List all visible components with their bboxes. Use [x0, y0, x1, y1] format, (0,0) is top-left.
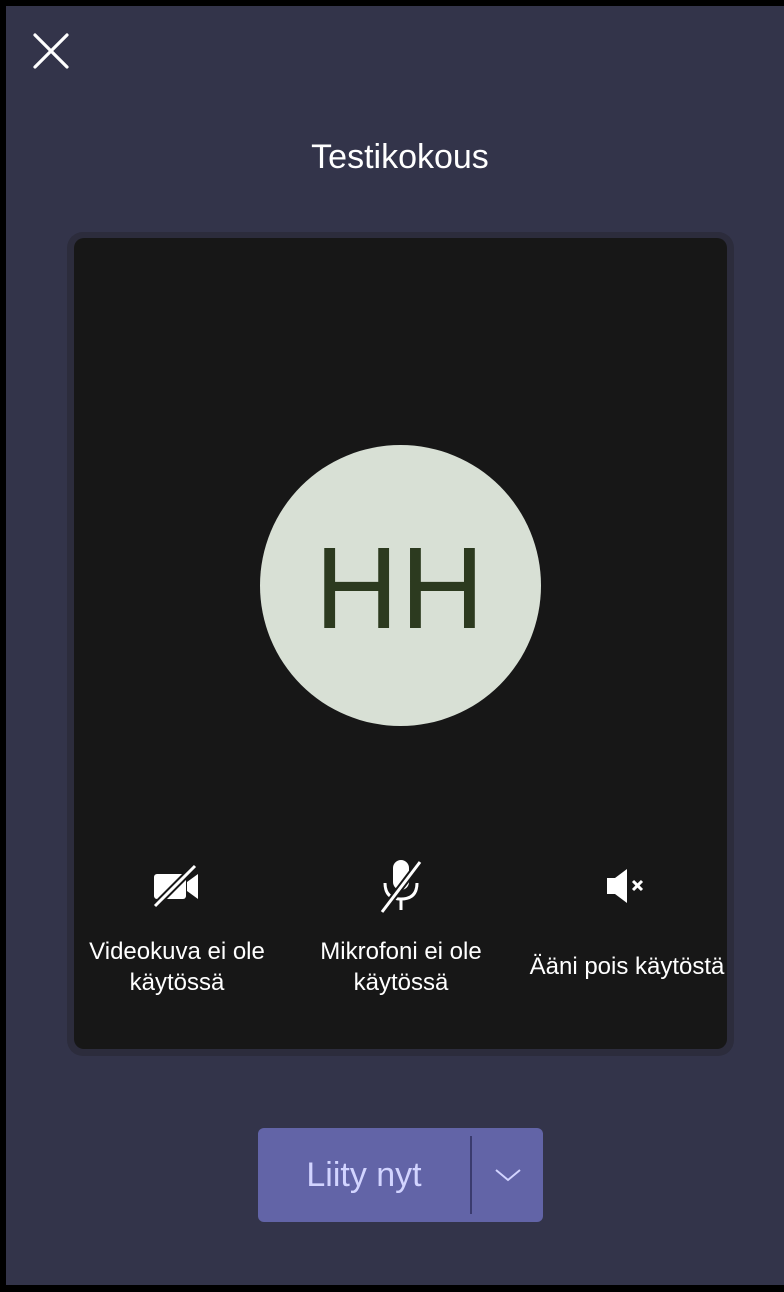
video-off-icon — [152, 863, 198, 909]
mic-off-icon — [379, 859, 423, 915]
video-preview: HH Videokuva ei ole käytössä Mikrofoni e… — [74, 238, 727, 1049]
speaker-status-label: Ääni pois käytöstä — [529, 953, 725, 980]
avatar: HH — [260, 445, 541, 726]
meeting-title: Testikokous — [311, 138, 489, 176]
avatar-initials: HH — [314, 522, 487, 653]
mic-status-label: Mikrofoni ei ole käytössä — [320, 938, 482, 996]
join-now-button[interactable]: Liity nyt — [258, 1128, 470, 1222]
close-icon[interactable] — [31, 31, 71, 71]
mic-toggle-button[interactable]: Mikrofoni ei ole käytössä — [296, 856, 506, 998]
join-options-button[interactable] — [472, 1128, 543, 1222]
speaker-toggle-button[interactable]: Ääni pois käytöstä — [515, 856, 739, 982]
join-button-group: Liity nyt — [258, 1128, 543, 1222]
close-button[interactable] — [26, 26, 76, 76]
video-toggle-button[interactable]: Videokuva ei ole käytössä — [72, 856, 282, 998]
video-status-label: Videokuva ei ole käytössä — [89, 938, 265, 996]
speaker-muted-icon — [607, 869, 644, 903]
chevron-down-icon — [494, 1169, 521, 1182]
pre-join-screen: Testikokous HH Videokuva ei ole käytössä — [6, 6, 784, 1285]
